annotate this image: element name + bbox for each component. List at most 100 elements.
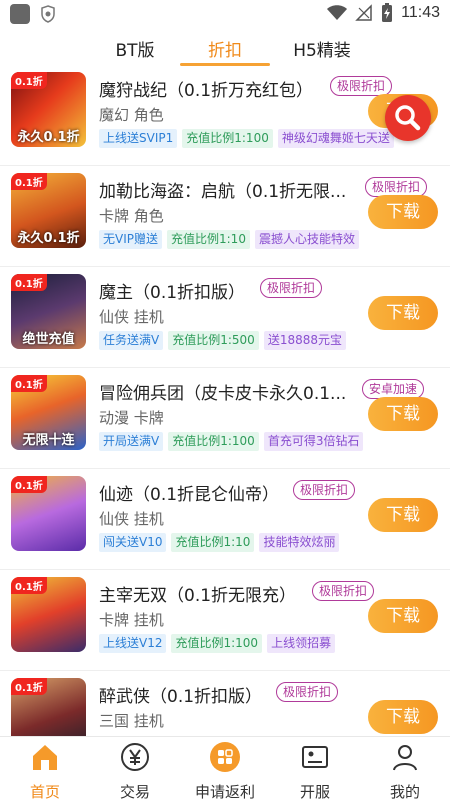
download-button[interactable]: 下载 bbox=[368, 296, 438, 330]
list-item[interactable]: 0.1折 醉武侠（0.1折扣版） 极限折扣 三国 挂机 下载 bbox=[0, 672, 450, 736]
game-thumbnail: 0.1折 bbox=[11, 577, 86, 652]
game-category: 魔幻 角色 bbox=[99, 106, 164, 124]
list-item[interactable]: 0.1折 仙迹（0.1折昆仑仙帝） 极限折扣 仙侠 挂机 闯关送V10 充值比例… bbox=[0, 470, 450, 570]
tab-discount[interactable]: 折扣 bbox=[185, 36, 265, 61]
status-bar: 11:43 bbox=[0, 0, 450, 28]
download-button[interactable]: 下载 bbox=[368, 195, 438, 229]
game-title[interactable]: 冒险佣兵团（皮卡皮卡永久0.1... bbox=[99, 379, 346, 404]
tag: 震撼人心技能特效 bbox=[254, 230, 359, 249]
rebate-icon bbox=[210, 742, 240, 772]
game-title[interactable]: 魔主（0.1折扣版） bbox=[99, 278, 245, 303]
yen-icon bbox=[121, 743, 149, 771]
nav-trade[interactable]: 交易 bbox=[90, 741, 180, 800]
nav-label: 我的 bbox=[389, 783, 420, 800]
tag: 首充可得3倍钻石 bbox=[263, 432, 364, 451]
game-category: 三国 挂机 bbox=[99, 712, 164, 730]
tag: 上线送V12 bbox=[99, 634, 167, 653]
server-icon bbox=[302, 746, 328, 768]
clock: 11:43 bbox=[401, 4, 440, 21]
game-list[interactable]: 0.1折 永久0.1折 魔狩战纪（0.1折万充红包） 极限折扣 魔幻 角色 上线… bbox=[0, 66, 450, 736]
thumb-caption: 永久0.1折 bbox=[17, 231, 80, 246]
status-badge: 安卓加速 bbox=[362, 379, 425, 399]
game-category: 卡牌 角色 bbox=[99, 207, 164, 225]
tag: 闯关送V10 bbox=[99, 533, 167, 552]
status-badge: 极限折扣 bbox=[365, 177, 428, 197]
tag-list: 任务送满V 充值比例1:500 送18888元宝 bbox=[99, 331, 346, 350]
download-button[interactable]: 下载 bbox=[368, 700, 438, 734]
tag: 上线送SVIP1 bbox=[99, 129, 178, 148]
status-badge: 极限折扣 bbox=[312, 581, 375, 601]
thumb-badge: 0.1折 bbox=[11, 476, 47, 493]
tag: 开局送满V bbox=[99, 432, 164, 451]
tag: 任务送满V bbox=[99, 331, 164, 350]
tag: 充值比例1:10 bbox=[171, 533, 255, 552]
shield-icon bbox=[41, 5, 55, 23]
nav-mine[interactable]: 我的 bbox=[360, 741, 450, 800]
thumb-caption: 绝世充值 bbox=[22, 332, 75, 347]
game-title[interactable]: 主宰无双（0.1折无限充） bbox=[99, 581, 296, 606]
status-badge: 极限折扣 bbox=[293, 480, 356, 500]
list-item[interactable]: 0.1折 永久0.1折 加勒比海盗：启航（0.1折无限... 极限折扣 卡牌 角… bbox=[0, 167, 450, 267]
game-title[interactable]: 魔狩战纪（0.1折万充红包） bbox=[99, 76, 313, 101]
tag: 充值比例1:100 bbox=[182, 129, 273, 148]
game-thumbnail: 0.1折 bbox=[11, 678, 86, 736]
signal-off-icon bbox=[355, 4, 372, 21]
tag: 上线领招募 bbox=[267, 634, 336, 653]
download-button[interactable]: 下载 bbox=[368, 498, 438, 532]
thumb-badge: 0.1折 bbox=[11, 72, 47, 89]
thumb-caption: 永久0.1折 bbox=[17, 130, 80, 145]
status-badge: 极限折扣 bbox=[330, 76, 393, 96]
tab-bt[interactable]: BT版 bbox=[100, 36, 170, 61]
game-category: 动漫 卡牌 bbox=[99, 409, 164, 427]
list-item[interactable]: 0.1折 无限十连 冒险佣兵团（皮卡皮卡永久0.1... 安卓加速 动漫 卡牌 … bbox=[0, 369, 450, 469]
list-item[interactable]: 0.1折 主宰无双（0.1折无限充） 极限折扣 卡牌 挂机 上线送V12 充值比… bbox=[0, 571, 450, 671]
game-thumbnail: 0.1折 绝世充值 bbox=[11, 274, 86, 349]
bottom-nav: 首页 交易 申请返利 开服 我的 bbox=[0, 736, 450, 800]
game-title[interactable]: 仙迹（0.1折昆仑仙帝） bbox=[99, 480, 279, 505]
nav-rebate[interactable]: 申请返利 bbox=[180, 741, 270, 800]
game-title[interactable]: 醉武侠（0.1折扣版） bbox=[99, 682, 262, 707]
thumb-badge: 0.1折 bbox=[11, 577, 47, 594]
tag-list: 上线送V12 充值比例1:100 上线领招募 bbox=[99, 634, 336, 653]
tag: 神级幻魂舞姬七天送 bbox=[277, 129, 394, 148]
list-item[interactable]: 0.1折 永久0.1折 魔狩战纪（0.1折万充红包） 极限折扣 魔幻 角色 上线… bbox=[0, 66, 450, 166]
game-thumbnail: 0.1折 bbox=[11, 476, 86, 551]
tag-list: 开局送满V 充值比例1:100 首充可得3倍钻石 bbox=[99, 432, 364, 451]
tag: 充值比例1:10 bbox=[167, 230, 250, 249]
tag: 送18888元宝 bbox=[263, 331, 346, 350]
thumb-badge: 0.1折 bbox=[11, 678, 47, 695]
game-category: 仙侠 挂机 bbox=[99, 510, 164, 528]
list-item[interactable]: 0.1折 绝世充值 魔主（0.1折扣版） 极限折扣 仙侠 挂机 任务送满V 充值… bbox=[0, 268, 450, 368]
home-icon bbox=[33, 745, 57, 770]
tag: 无VIP赠送 bbox=[99, 230, 162, 249]
thumb-badge: 0.1折 bbox=[11, 375, 47, 392]
download-button[interactable]: 下载 bbox=[368, 397, 438, 431]
category-tabs: BT版 折扣 H5精装 bbox=[0, 28, 450, 66]
game-thumbnail: 0.1折 永久0.1折 bbox=[11, 72, 86, 147]
tag: 充值比例1:100 bbox=[171, 634, 263, 653]
game-category: 卡牌 挂机 bbox=[99, 611, 164, 629]
tag-list: 闯关送V10 充值比例1:10 技能特效炫丽 bbox=[99, 533, 340, 552]
tab-h5[interactable]: H5精装 bbox=[282, 36, 362, 61]
notification-icon bbox=[10, 4, 30, 24]
search-icon bbox=[395, 105, 421, 131]
floating-search-button[interactable] bbox=[385, 95, 431, 141]
tag-list: 上线送SVIP1 充值比例1:100 神级幻魂舞姬七天送 bbox=[99, 129, 394, 148]
nav-label: 申请返利 bbox=[194, 783, 255, 800]
status-badge: 极限折扣 bbox=[276, 682, 339, 702]
tag-list: 无VIP赠送 充值比例1:10 震撼人心技能特效 bbox=[99, 230, 359, 249]
tag: 充值比例1:500 bbox=[168, 331, 259, 350]
nav-home[interactable]: 首页 bbox=[0, 741, 90, 800]
tag: 充值比例1:100 bbox=[168, 432, 259, 451]
user-icon bbox=[393, 745, 417, 771]
wifi-icon bbox=[327, 5, 348, 20]
nav-server[interactable]: 开服 bbox=[270, 741, 360, 800]
game-thumbnail: 0.1折 无限十连 bbox=[11, 375, 86, 450]
nav-label: 首页 bbox=[29, 783, 60, 800]
battery-charging-icon bbox=[382, 3, 393, 22]
thumb-caption: 无限十连 bbox=[22, 433, 75, 448]
download-button[interactable]: 下载 bbox=[368, 599, 438, 633]
game-category: 仙侠 挂机 bbox=[99, 308, 164, 326]
game-title[interactable]: 加勒比海盗：启航（0.1折无限... bbox=[99, 177, 346, 202]
thumb-badge: 0.1折 bbox=[11, 274, 47, 291]
